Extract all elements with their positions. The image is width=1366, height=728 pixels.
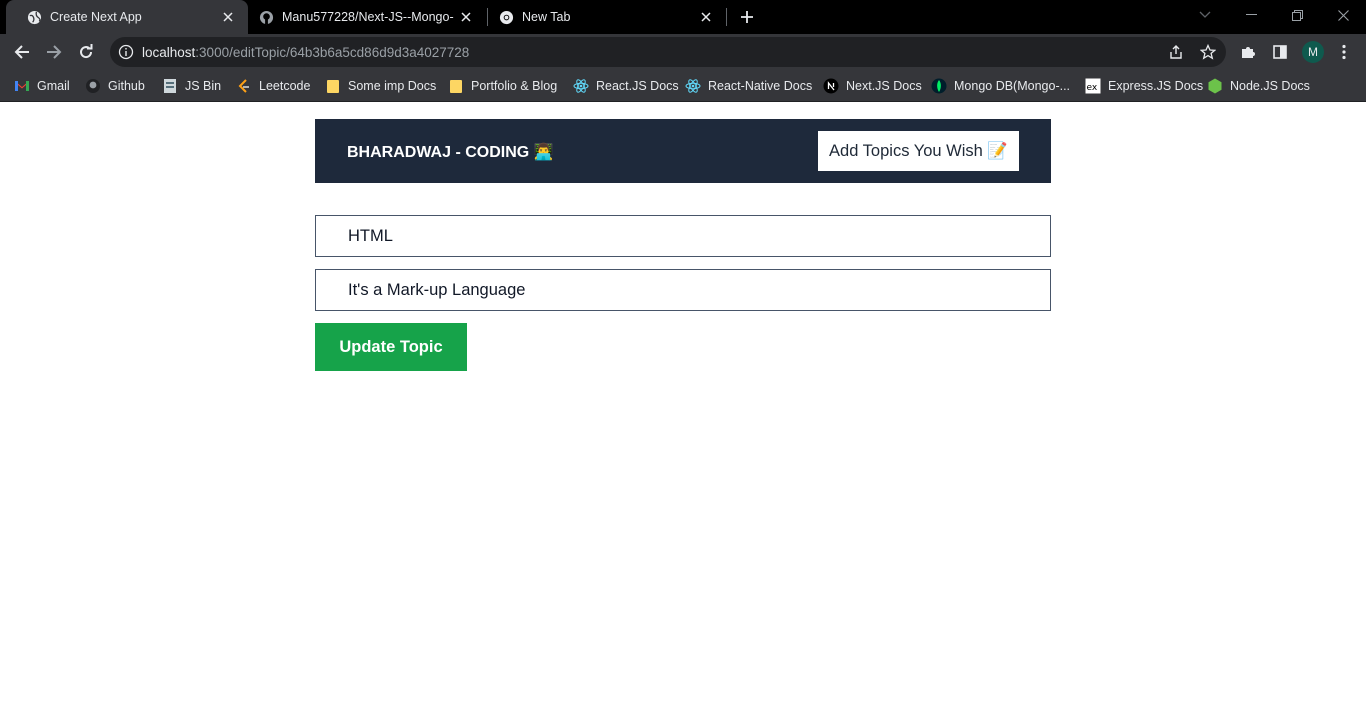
nodejs-icon [1207,78,1223,94]
bookmark-nextjs-docs[interactable]: Next.JS Docs [823,76,922,96]
close-window-icon[interactable] [1320,0,1366,30]
add-topic-link[interactable]: Add Topics You Wish 📝 [818,131,1019,171]
bookmark-label: React-Native Docs [708,79,813,93]
tab-create-next-app[interactable]: Create Next App [6,0,248,34]
url-text: localhost:3000/editTopic/64b3b6a5cd86d9d… [142,45,469,60]
menu-kebab-icon[interactable] [1332,40,1356,64]
bookmark-label: Next.JS Docs [846,79,922,93]
extensions-icon[interactable] [1236,40,1260,64]
bookmark-label: Express.JS Docs [1108,79,1204,93]
tab-separator [726,8,727,26]
bookmark-star-icon[interactable] [1200,44,1216,60]
bookmark-jsbin[interactable]: JS Bin [162,76,221,96]
bookmark-expressjs-docs[interactable]: ex Express.JS Docs [1085,76,1203,96]
bookmark-label: Leetcode [259,79,311,93]
bookmark-some-imp-docs[interactable]: Some imp Docs [325,76,436,96]
minimize-icon[interactable] [1228,0,1274,30]
express-icon: ex [1085,78,1101,94]
bookmarks-bar: Gmail Github JS Bin Leetcode Some imp Do… [0,70,1366,102]
restore-icon[interactable] [1274,0,1320,30]
gmail-icon [14,78,30,94]
reload-icon[interactable] [74,40,98,64]
bookmark-label: Some imp Docs [348,79,437,93]
bookmark-github[interactable]: Github [85,76,145,96]
app-navbar: BHARADWAJ - CODING 👨‍💻 Add Topics You Wi… [315,119,1051,183]
address-bar[interactable]: localhost:3000/editTopic/64b3b6a5cd86d9d… [110,37,1226,67]
topic-title-input[interactable] [315,215,1051,257]
side-panel-icon[interactable] [1268,40,1292,64]
tab-title: New Tab [522,10,571,24]
tab-title: Create Next App [50,10,142,24]
github-icon [85,78,101,94]
new-tab-button[interactable] [737,7,757,27]
close-tab-icon[interactable] [698,9,714,25]
svg-text:ex: ex [1087,83,1098,93]
bookmark-label: Github [108,79,145,93]
site-info-icon[interactable] [118,44,134,60]
topic-description-input[interactable] [315,269,1051,311]
react-icon [685,78,701,94]
react-icon [573,78,589,94]
url-path: :3000/editTopic/64b3b6a5cd86d9d3a4027728 [195,45,470,60]
bookmark-mongodb[interactable]: Mongo DB(Mongo-... [931,76,1070,96]
bookmark-label: React.JS Docs [596,79,679,93]
share-icon[interactable] [1168,44,1184,60]
folder-icon [325,78,341,94]
bookmark-label: Portfolio & Blog [471,79,558,93]
tab-title: Manu577228/Next-JS--Mongo-D [282,10,454,24]
bookmark-portfolio-blog[interactable]: Portfolio & Blog [448,76,557,96]
browser-toolbar: localhost:3000/editTopic/64b3b6a5cd86d9d… [0,34,1366,70]
github-icon [258,9,274,25]
leetcode-icon [236,78,252,94]
profile-avatar[interactable]: M [1302,41,1324,63]
close-tab-icon[interactable] [458,9,474,25]
bookmark-label: JS Bin [185,79,222,93]
jsbin-icon [162,78,178,94]
mongodb-icon [931,78,947,94]
nextjs-icon [823,78,839,94]
bookmark-reactjs-docs[interactable]: React.JS Docs [573,76,679,96]
folder-icon [448,78,464,94]
brand-link[interactable]: BHARADWAJ - CODING 👨‍💻 [347,142,554,162]
tab-search-chevron-icon[interactable] [1182,0,1228,30]
close-tab-icon[interactable] [220,9,236,25]
bookmark-nodejs-docs[interactable]: Node.JS Docs [1207,76,1310,96]
chrome-icon [498,9,514,25]
bookmark-react-native-docs[interactable]: React-Native Docs [685,76,812,96]
bookmark-leetcode[interactable]: Leetcode [236,76,310,96]
bookmark-label: Mongo DB(Mongo-... [954,79,1071,93]
tab-new-tab[interactable]: New Tab [488,0,726,34]
url-host: localhost [142,45,196,60]
tab-strip: Create Next App Manu577228/Next-JS--Mong… [0,0,1366,34]
forward-icon[interactable] [42,40,66,64]
tab-github-repo[interactable]: Manu577228/Next-JS--Mongo-D [248,0,486,34]
globe-icon [26,9,42,25]
update-topic-button[interactable]: Update Topic [315,323,467,371]
bookmark-label: Gmail [37,79,70,93]
back-icon[interactable] [10,40,34,64]
bookmark-label: Node.JS Docs [1230,79,1310,93]
bookmark-gmail[interactable]: Gmail [14,76,70,96]
